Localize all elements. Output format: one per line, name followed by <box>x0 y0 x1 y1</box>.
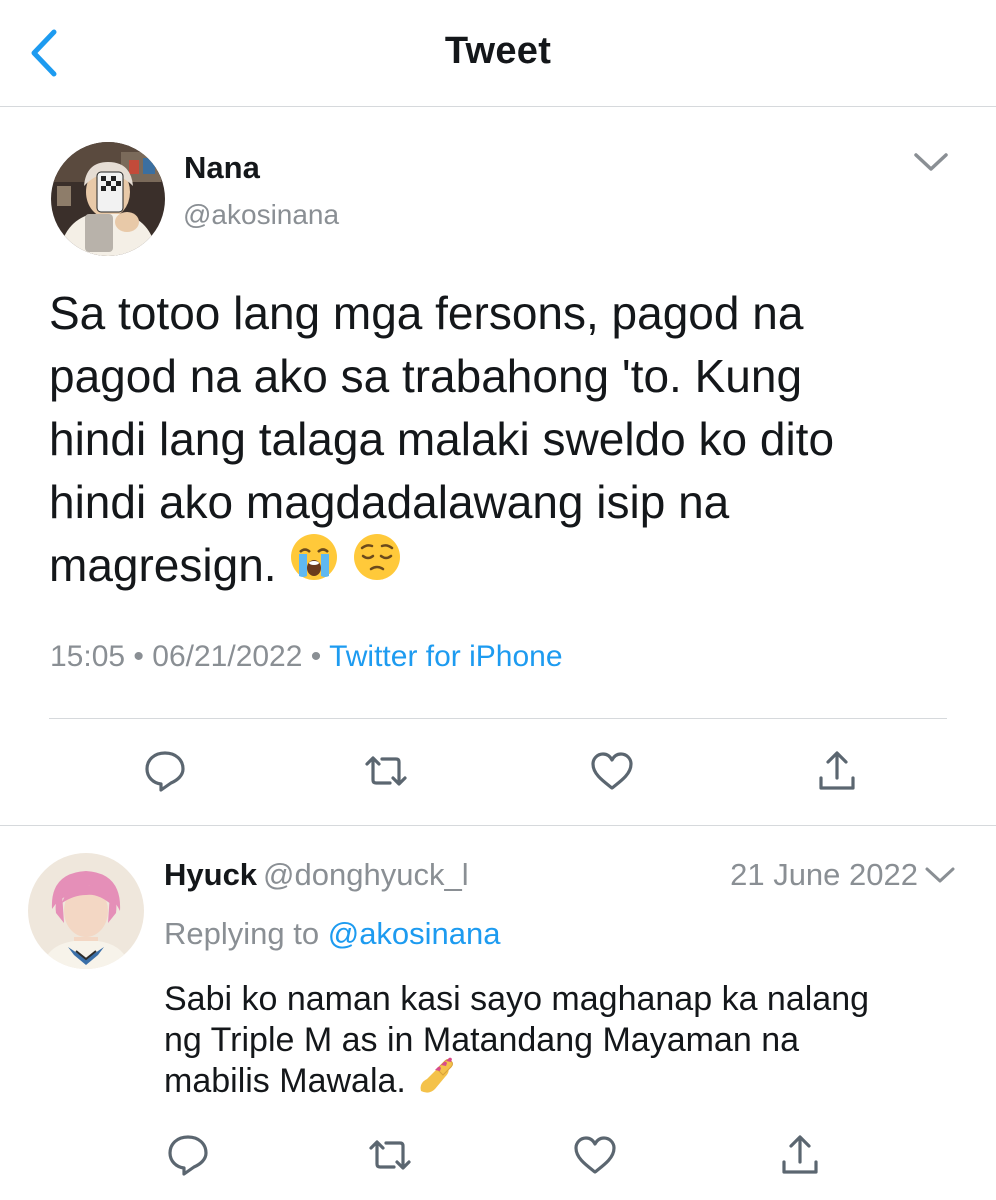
reply-retweet-button[interactable] <box>367 1132 413 1178</box>
reply-text-line: ng Triple M as in Matandang Mayaman na <box>164 1021 800 1059</box>
tweet-text-line: Sa totoo lang mga fersons, pagod na <box>49 287 804 339</box>
reply-text-line: Sabi ko naman kasi sayo maghanap ka nala… <box>164 980 870 1018</box>
pensive-face-emoji <box>352 532 402 598</box>
tweet-text-line: pagod na ako sa trabahong 'to. Kung <box>49 350 803 402</box>
page-title: Tweet <box>444 30 552 72</box>
heart-icon <box>574 1136 616 1174</box>
retweet-icon <box>365 756 407 786</box>
reply-reply-button[interactable] <box>165 1132 211 1178</box>
reply-text-line: mabilis Mawala. <box>164 1062 406 1100</box>
author-handle[interactable]: @akosinana <box>183 199 339 231</box>
like-button[interactable] <box>589 748 635 794</box>
reply-avatar[interactable] <box>28 853 144 969</box>
reply-author-handle[interactable]: @donghyuck_l <box>263 857 469 892</box>
navigation-header: Tweet <box>0 0 996 107</box>
tweet-source-link[interactable]: Twitter for iPhone <box>329 640 562 673</box>
mention-link[interactable]: @akosinana <box>328 916 501 951</box>
tweet-text-line: hindi lang talaga malaki sweldo ko dito <box>49 413 835 465</box>
reply-more-options-button[interactable] <box>922 862 958 888</box>
meta-separator: • <box>310 640 322 673</box>
share-icon <box>782 1135 818 1174</box>
tweet-text-line: magresign. <box>49 539 277 591</box>
divider <box>0 825 996 826</box>
reply-button[interactable] <box>142 748 188 794</box>
retweet-button[interactable] <box>363 748 409 794</box>
replying-to-label: Replying to <box>164 916 320 951</box>
replying-to: Replying to @akosinana <box>164 916 501 952</box>
heart-icon <box>591 752 633 790</box>
nail-polish-emoji <box>415 1053 457 1105</box>
author-name[interactable]: Nana <box>184 150 260 186</box>
reply-date: 21 June 2022 <box>730 857 918 892</box>
share-icon <box>819 751 855 790</box>
divider <box>49 718 947 719</box>
meta-separator: • <box>133 640 144 673</box>
reply-header: Hyuck @donghyuck_l <box>164 857 469 893</box>
reply-icon <box>168 1135 208 1176</box>
retweet-icon <box>369 1140 411 1170</box>
loudly-crying-face-emoji <box>289 532 339 598</box>
avatar[interactable] <box>51 142 165 256</box>
reply-text: Sabi ko naman kasi sayo maghanap ka nala… <box>164 979 974 1105</box>
chevron-down-icon <box>914 153 948 171</box>
share-button[interactable] <box>814 748 860 794</box>
tweet-time: 15:05 <box>50 640 126 673</box>
reply-icon <box>145 751 185 792</box>
reply-like-button[interactable] <box>572 1132 618 1178</box>
tweet-metadata: 15:05 • 06/21/2022 • Twitter for iPhone <box>50 640 563 674</box>
reply-author-name[interactable]: Hyuck <box>164 857 257 892</box>
reply-share-button[interactable] <box>777 1132 823 1178</box>
chevron-down-icon <box>925 867 955 883</box>
tweet-text: Sa totoo lang mga fersons, pagod na pago… <box>49 282 949 598</box>
more-options-button[interactable] <box>911 148 951 176</box>
tweet-date: 06/21/2022 <box>152 640 303 673</box>
tweet-text-line: hindi ako magdadalawang isip na <box>49 476 730 528</box>
